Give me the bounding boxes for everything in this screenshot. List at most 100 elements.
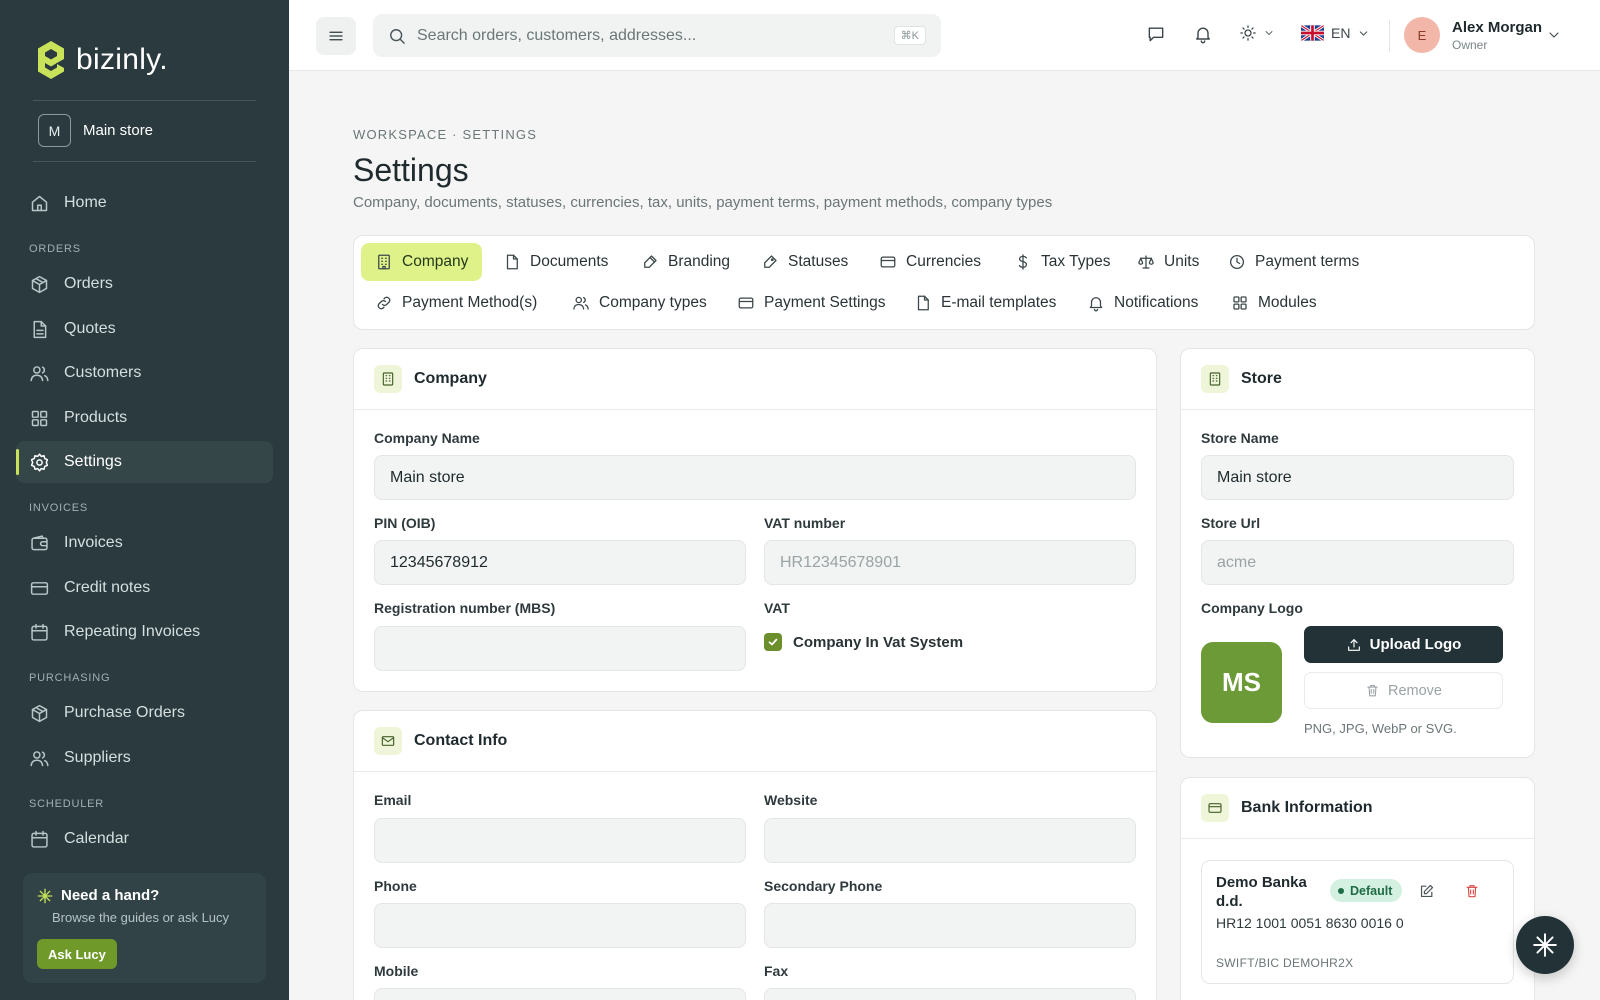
tab-company[interactable]: Company [361, 243, 483, 281]
search-bar[interactable]: Search orders, customers, addresses... ⌘… [373, 14, 941, 57]
sidebar-item-label: Repeating Invoices [64, 623, 201, 640]
store-switcher[interactable]: M Main store [38, 114, 153, 147]
company-logo-label: Company Logo [1201, 600, 1303, 616]
email-field[interactable] [374, 818, 746, 863]
secondary-phone-field[interactable] [764, 903, 1136, 948]
sidebar-item-calendar[interactable]: Calendar [16, 818, 273, 860]
theme-toggle[interactable] [1239, 24, 1275, 42]
help-card: Need a hand? Browse the guides or ask Lu… [23, 873, 266, 983]
tag-icon [764, 255, 777, 268]
tab-email-templates[interactable]: E-mail templates [900, 284, 1070, 322]
sidebar-item-orders[interactable]: Orders [16, 263, 273, 305]
tab-units[interactable]: Units [1123, 243, 1213, 281]
store-url-field[interactable]: acme [1201, 540, 1514, 585]
brand-logo[interactable]: bizinly. [36, 40, 168, 80]
tab-currencies[interactable]: Currencies [865, 243, 995, 281]
website-field[interactable] [764, 818, 1136, 863]
sidebar-item-repeating-invoices[interactable]: Repeating Invoices [16, 611, 273, 653]
company-name-field[interactable]: Main store [374, 455, 1136, 500]
store-name-field[interactable]: Main store [1201, 455, 1514, 500]
avatar: E [1404, 17, 1440, 53]
bizinly-logo-icon [38, 41, 64, 79]
bank-iban: HR12 1001 0051 8630 0016 0 [1216, 915, 1404, 931]
user-menu-toggle[interactable] [1546, 27, 1562, 43]
nav-section-purchasing: PURCHASING [29, 672, 111, 684]
tab-payment-methods[interactable]: Payment Method(s) [361, 284, 551, 322]
tab-tax-types[interactable]: Tax Types [1000, 243, 1125, 281]
nav-section-orders: ORDERS [29, 243, 81, 255]
remove-logo-button[interactable]: Remove [1304, 672, 1503, 709]
mobile-field[interactable] [374, 988, 746, 1000]
secondary-phone-label: Secondary Phone [764, 878, 883, 894]
card-title: Contact Info [414, 732, 508, 749]
card-title: Store [1241, 370, 1282, 387]
document-icon [917, 295, 929, 311]
credit-card-icon [880, 256, 896, 268]
tab-documents[interactable]: Documents [489, 243, 622, 281]
sidebar-item-home[interactable]: Home [16, 182, 273, 224]
registration-number-field[interactable] [374, 626, 746, 671]
sidebar-item-products[interactable]: Products [16, 397, 273, 439]
tab-payment-settings[interactable]: Payment Settings [723, 284, 899, 322]
tab-branding[interactable]: Branding [627, 243, 744, 281]
tab-statuses[interactable]: Statuses [747, 243, 862, 281]
vat-label: VAT [764, 600, 790, 616]
pin-field[interactable]: 12345678912 [374, 540, 746, 585]
sidebar-item-customers[interactable]: Customers [16, 352, 273, 394]
user-role: Owner [1452, 37, 1488, 52]
tab-modules[interactable]: Modules [1217, 284, 1331, 322]
sparkle-icon [37, 888, 53, 903]
vat-system-checkbox[interactable] [764, 633, 782, 651]
building-icon [378, 254, 390, 270]
messages-button[interactable] [1146, 24, 1166, 44]
users-icon [30, 365, 49, 381]
trash-icon [1367, 684, 1378, 697]
upload-logo-button[interactable]: Upload Logo [1304, 626, 1503, 663]
assistant-fab-button[interactable] [1516, 916, 1574, 974]
sidebar-item-suppliers[interactable]: Suppliers [16, 737, 273, 779]
sidebar-item-label: Settings [64, 453, 122, 470]
uk-flag-icon [1301, 25, 1324, 41]
search-shortcut-hint: ⌘K [893, 26, 926, 45]
sidebar-item-label: Credit notes [64, 579, 151, 596]
phone-label: Phone [374, 878, 417, 894]
card-title: Company [414, 370, 487, 387]
language-selector[interactable]: EN [1301, 25, 1370, 41]
brand-name: bizinly. [76, 43, 168, 76]
search-input[interactable]: Search orders, customers, addresses... [417, 27, 696, 45]
ask-lucy-button[interactable]: Ask Lucy [37, 939, 117, 969]
tab-notifications[interactable]: Notifications [1073, 284, 1212, 322]
tab-company-types[interactable]: Company types [558, 284, 721, 322]
user-menu[interactable]: E Alex Morgan Owner [1404, 17, 1542, 53]
sidebar-item-label: Customers [64, 364, 142, 381]
brush-icon [644, 255, 657, 268]
fax-field[interactable] [764, 988, 1136, 1000]
search-icon [390, 28, 405, 44]
store-url-label: Store Url [1201, 515, 1261, 531]
calendar-icon [31, 830, 48, 848]
notifications-button[interactable] [1193, 24, 1213, 44]
chat-icon [1148, 27, 1164, 42]
registration-number-label: Registration number (MBS) [374, 600, 556, 616]
edit-icon [1420, 884, 1434, 898]
sidebar-item-label: Quotes [64, 320, 116, 337]
pin-label: PIN (OIB) [374, 515, 436, 531]
vat-number-label: VAT number [764, 515, 846, 531]
delete-bank-button[interactable] [1464, 883, 1480, 899]
phone-field[interactable] [374, 903, 746, 948]
users-icon [30, 750, 49, 766]
card-icon [374, 365, 402, 393]
edit-bank-button[interactable] [1418, 883, 1435, 900]
sidebar-item-quotes[interactable]: Quotes [16, 308, 273, 350]
vat-number-field[interactable]: HR12345678901 [764, 540, 1136, 585]
vat-system-toggle[interactable]: Company In Vat System [764, 633, 963, 651]
sidebar-item-settings[interactable]: Settings [16, 441, 273, 483]
sidebar-item-credit-notes[interactable]: Credit notes [16, 567, 273, 609]
sidebar-item-purchase-orders[interactable]: Purchase Orders [16, 692, 273, 734]
sidebar-item-label: Orders [64, 275, 113, 292]
card-title: Bank Information [1241, 799, 1373, 816]
tab-payment-terms[interactable]: Payment terms [1214, 243, 1373, 281]
menu-toggle-button[interactable] [316, 17, 356, 55]
sidebar-item-invoices[interactable]: Invoices [16, 522, 273, 564]
credit-card-icon [738, 297, 754, 309]
